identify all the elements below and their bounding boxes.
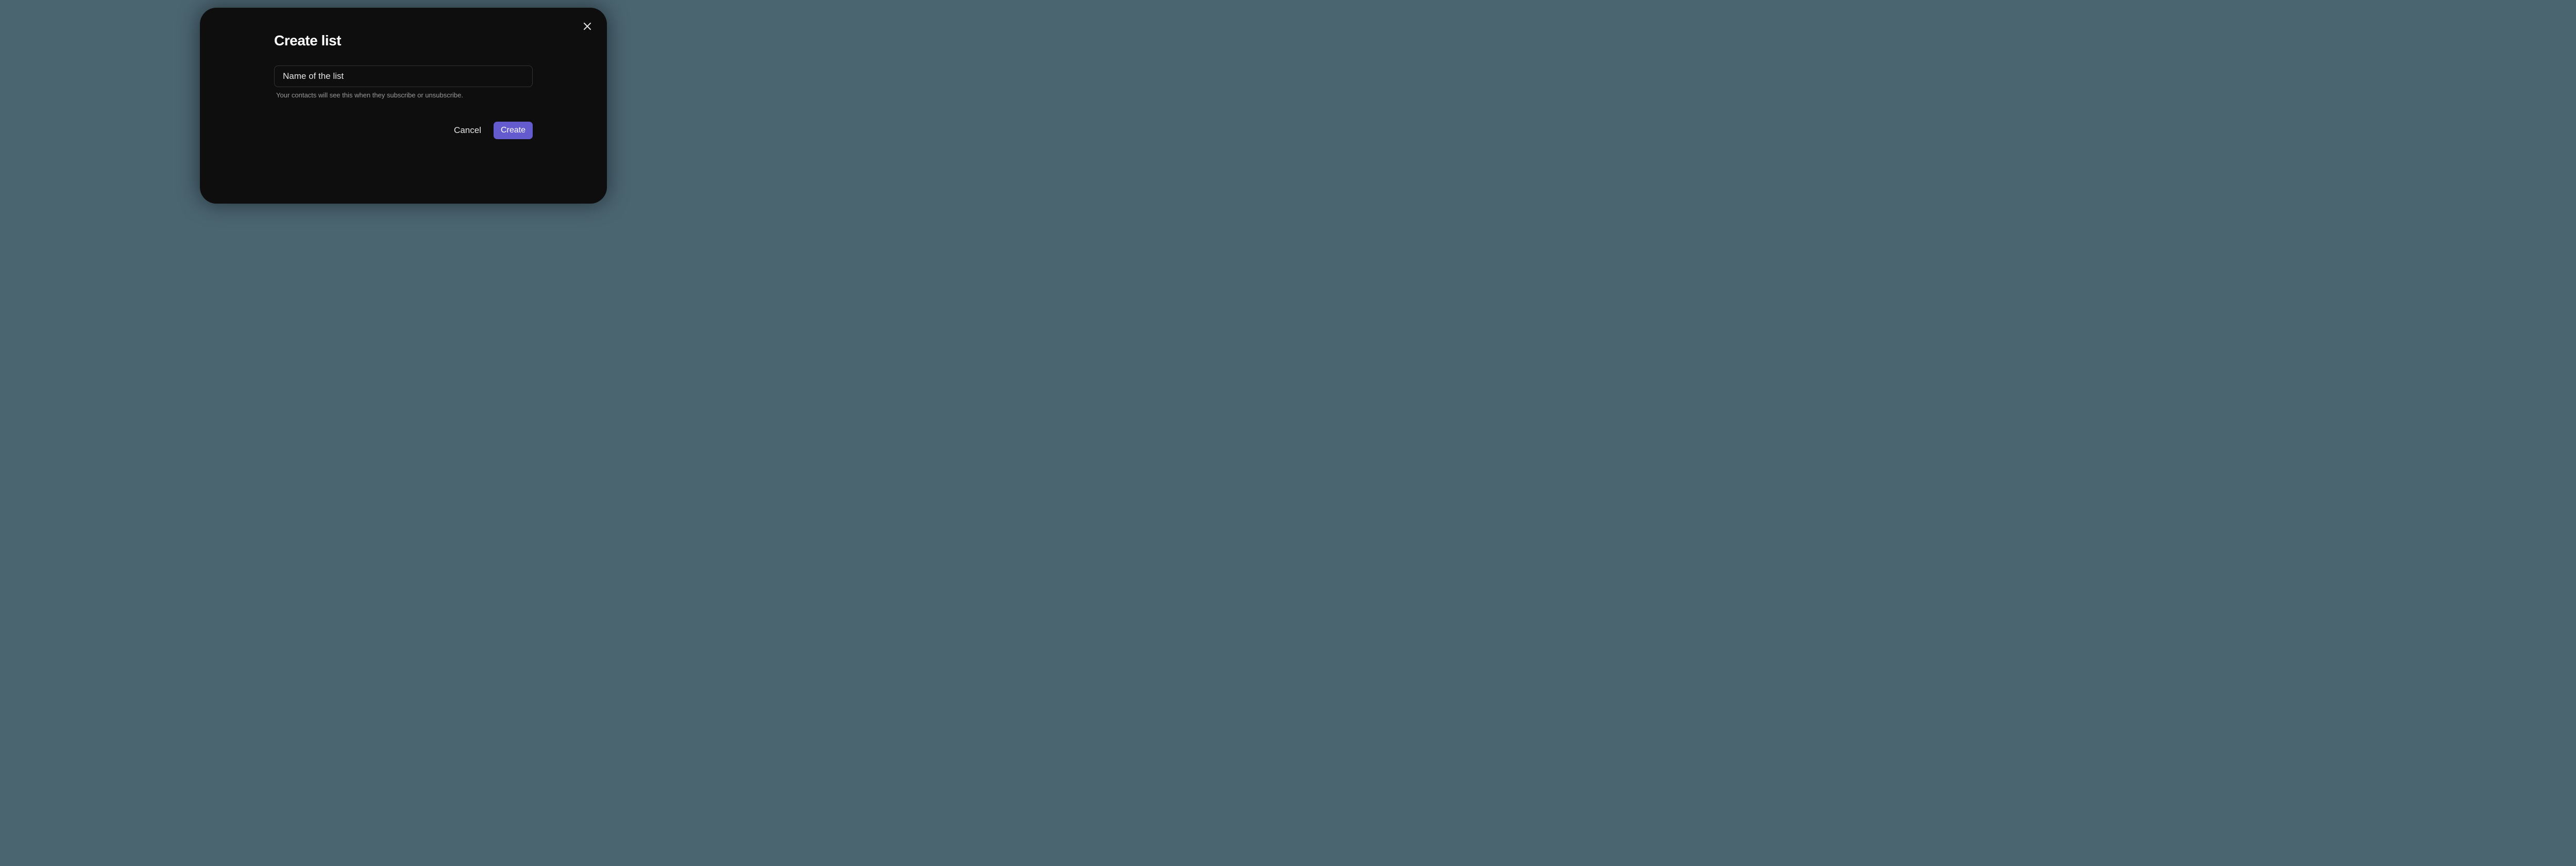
helper-text: Your contacts will see this when they su… bbox=[274, 91, 533, 99]
cancel-button[interactable]: Cancel bbox=[454, 125, 481, 136]
modal-title: Create list bbox=[274, 32, 533, 49]
modal-content: Create list Your contacts will see this … bbox=[214, 22, 592, 139]
create-button[interactable]: Create bbox=[494, 122, 533, 139]
close-icon bbox=[583, 22, 591, 32]
list-name-input[interactable] bbox=[274, 65, 533, 87]
create-list-modal: Create list Your contacts will see this … bbox=[200, 8, 607, 204]
button-row: Cancel Create bbox=[274, 122, 533, 139]
close-button[interactable] bbox=[581, 21, 594, 34]
